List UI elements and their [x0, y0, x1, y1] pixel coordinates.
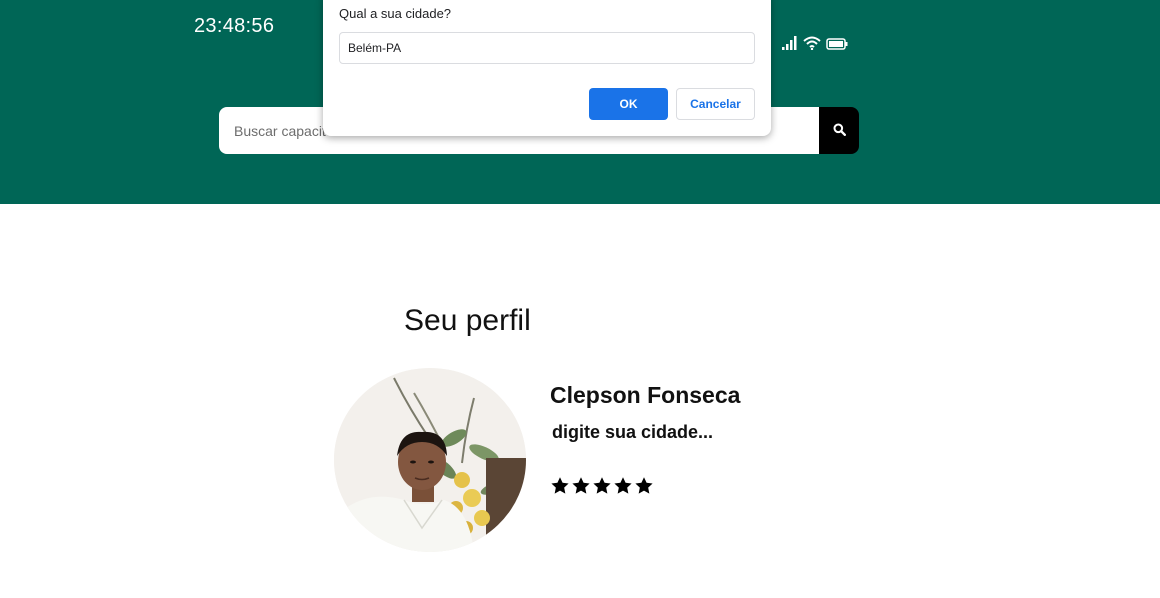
cancel-button[interactable]: Cancelar	[676, 88, 755, 120]
star-icon	[592, 476, 612, 496]
search-icon	[833, 123, 846, 139]
search-button[interactable]	[819, 107, 859, 154]
dialog-message: Qual a sua cidade?	[339, 6, 452, 21]
battery-icon	[826, 37, 848, 55]
profile-name: Clepson Fonseca	[550, 382, 741, 408]
section-title: Seu perfil	[404, 304, 531, 337]
star-icon	[613, 476, 633, 496]
wifi-icon	[803, 36, 821, 55]
star-icon	[571, 476, 591, 496]
ok-button[interactable]: OK	[589, 88, 668, 120]
star-icon	[550, 476, 570, 496]
profile-city: digite sua cidade...	[552, 422, 714, 442]
status-icons	[782, 36, 848, 55]
star-icon	[634, 476, 654, 496]
star-rating	[550, 476, 654, 496]
avatar	[334, 368, 526, 552]
signal-icon	[782, 36, 798, 55]
city-prompt-dialog: Qual a sua cidade? OK Cancelar	[323, 0, 771, 136]
city-input[interactable]	[339, 32, 755, 64]
clock-time: 23:48:56	[194, 15, 275, 37]
